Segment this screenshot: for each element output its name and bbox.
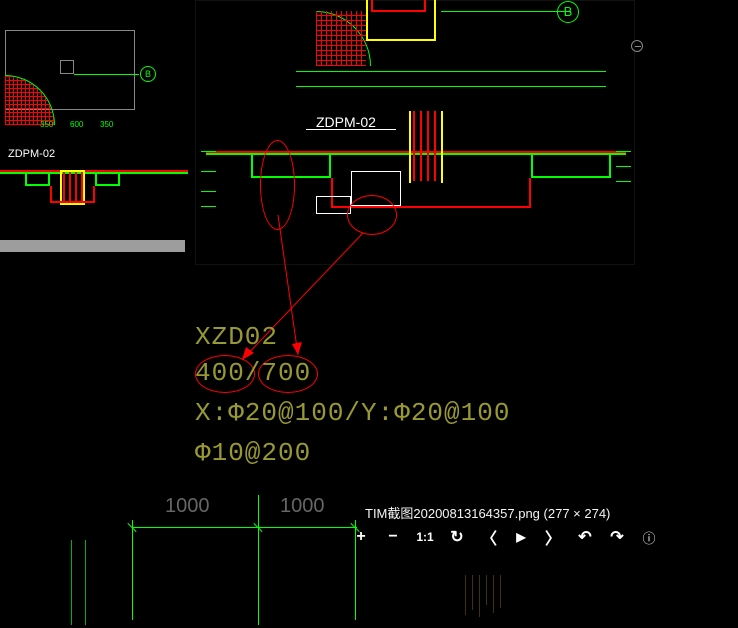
- zoom-out-button[interactable]: −: [384, 528, 402, 546]
- next-button[interactable]: 〉: [544, 528, 562, 546]
- fit-button[interactable]: 1:1: [416, 528, 434, 546]
- prev-button[interactable]: 〈: [480, 528, 498, 546]
- thumb-column: [60, 60, 74, 74]
- redo-button[interactable]: ↷: [608, 528, 626, 546]
- thumb-arc-hatch: [5, 75, 55, 125]
- thumb-grid-bubble: B: [140, 66, 156, 82]
- thumb-dim-1: 350: [40, 120, 53, 129]
- beam-rebar-stirrup: Φ10@200: [195, 438, 311, 468]
- annotation-ellipse-1: [260, 140, 295, 230]
- viewer-toolbar: + − 1:1 ↻ 〈 ▶ 〉 ↶ ↷ ⓘ: [352, 528, 658, 546]
- filesize-label: (277 × 274): [544, 506, 611, 521]
- zoom-in-button[interactable]: +: [352, 528, 370, 546]
- main-drawing-view[interactable]: B ZDPM-02: [195, 0, 635, 265]
- dim-chain-line: [132, 527, 357, 528]
- beam-size: 400/700: [195, 358, 311, 388]
- thumb-section: [0, 165, 188, 215]
- thumbnail-panel: B 350 600 350 ZDPM-02: [0, 0, 190, 230]
- thumb-leader: [74, 74, 139, 75]
- thumb-dim-2: 600: [70, 120, 83, 129]
- play-button[interactable]: ▶: [512, 528, 530, 546]
- filename-label: TIM截图20200813164357.png: [365, 506, 540, 521]
- column-inner: [371, 0, 426, 12]
- lower-detail: [460, 575, 520, 625]
- rotate-button[interactable]: ↻: [448, 528, 466, 546]
- section-title-underline: [306, 129, 396, 130]
- thumb-separator: [0, 240, 185, 252]
- dimension-2: 1000: [280, 495, 325, 518]
- beam-id: XZD02: [195, 322, 278, 352]
- marker-icon: [631, 40, 643, 52]
- dim-ext-1: [132, 520, 133, 620]
- thumb-dim-3: 350: [100, 120, 113, 129]
- section-title: ZDPM-02: [316, 114, 376, 130]
- undo-button[interactable]: ↶: [576, 528, 594, 546]
- info-button[interactable]: ⓘ: [640, 528, 658, 546]
- dim-ext-2: [258, 495, 259, 625]
- dim-line-top: [296, 71, 606, 72]
- annotation-ellipse-2: [347, 195, 397, 235]
- beam-rebar-main: X:Φ20@100/Y:Φ20@100: [195, 398, 510, 428]
- dimension-1: 1000: [165, 495, 210, 518]
- grid-line: [441, 11, 571, 12]
- image-info-bar: TIM截图20200813164357.png (277 × 274): [365, 503, 610, 522]
- main-hatch: [316, 11, 366, 66]
- dim-line-bot: [296, 86, 606, 87]
- grid-bubble-b: B: [557, 1, 579, 23]
- lower-grid-2: [85, 540, 86, 625]
- thumb-title: ZDPM-02: [8, 148, 55, 160]
- lower-grid-1: [71, 540, 72, 625]
